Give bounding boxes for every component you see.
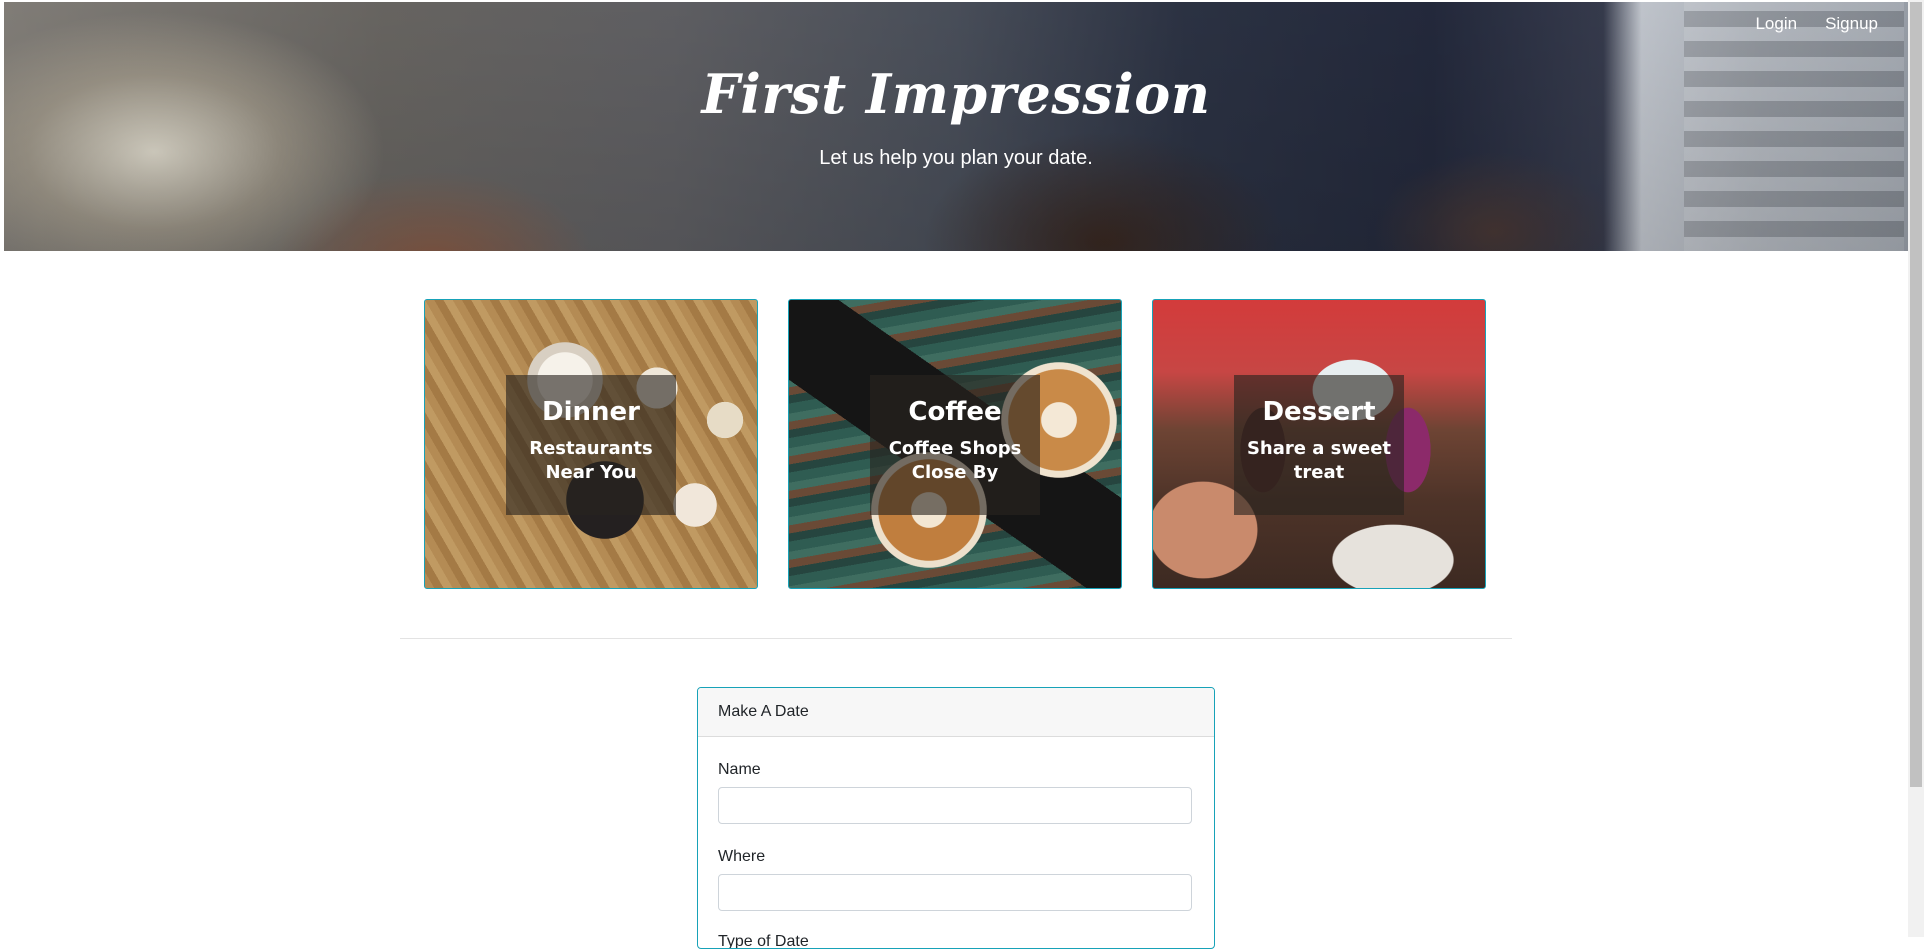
make-a-date-form: Make A Date Name Where Type of Date xyxy=(697,687,1215,949)
card-title: Coffee xyxy=(908,397,1002,427)
card-subtitle: Coffee Shops Close By xyxy=(888,438,1022,483)
top-nav: Login Signup xyxy=(1755,14,1878,34)
where-input[interactable] xyxy=(718,874,1192,911)
card-overlay: Coffee Coffee Shops Close By xyxy=(870,375,1040,515)
date-type-label: Type of Date xyxy=(718,933,809,949)
site-tagline: Let us help you plan your date. xyxy=(819,147,1093,169)
hero-background-detail xyxy=(1684,2,1904,251)
scrollbar-thumb[interactable] xyxy=(1910,2,1922,787)
card-subtitle: Share a sweet treat xyxy=(1246,438,1392,483)
section-divider xyxy=(400,638,1512,639)
scrollbar[interactable] xyxy=(1908,0,1924,937)
site-title: First Impression xyxy=(701,62,1211,126)
coffee-card[interactable]: Coffee Coffee Shops Close By xyxy=(788,299,1122,589)
hero-banner: Login Signup First Impression Let us hel… xyxy=(4,2,1908,251)
card-title: Dinner xyxy=(542,397,640,427)
where-label: Where xyxy=(718,848,766,865)
login-link[interactable]: Login xyxy=(1755,14,1797,34)
dinner-card[interactable]: Dinner Restaurants Near You xyxy=(424,299,758,589)
dessert-card[interactable]: Dessert Share a sweet treat xyxy=(1152,299,1486,589)
name-label: Name xyxy=(718,761,761,778)
name-input[interactable] xyxy=(718,787,1192,824)
card-title: Dessert xyxy=(1262,397,1376,427)
form-header: Make A Date xyxy=(698,688,1214,737)
category-cards: Dinner Restaurants Near You Coffee Coffe… xyxy=(424,299,1486,589)
form-body: Name Where Type of Date xyxy=(698,737,1214,949)
card-overlay: Dinner Restaurants Near You xyxy=(506,375,676,515)
card-overlay: Dessert Share a sweet treat xyxy=(1234,375,1404,515)
signup-link[interactable]: Signup xyxy=(1825,14,1878,34)
card-subtitle: Restaurants Near You xyxy=(529,438,653,483)
